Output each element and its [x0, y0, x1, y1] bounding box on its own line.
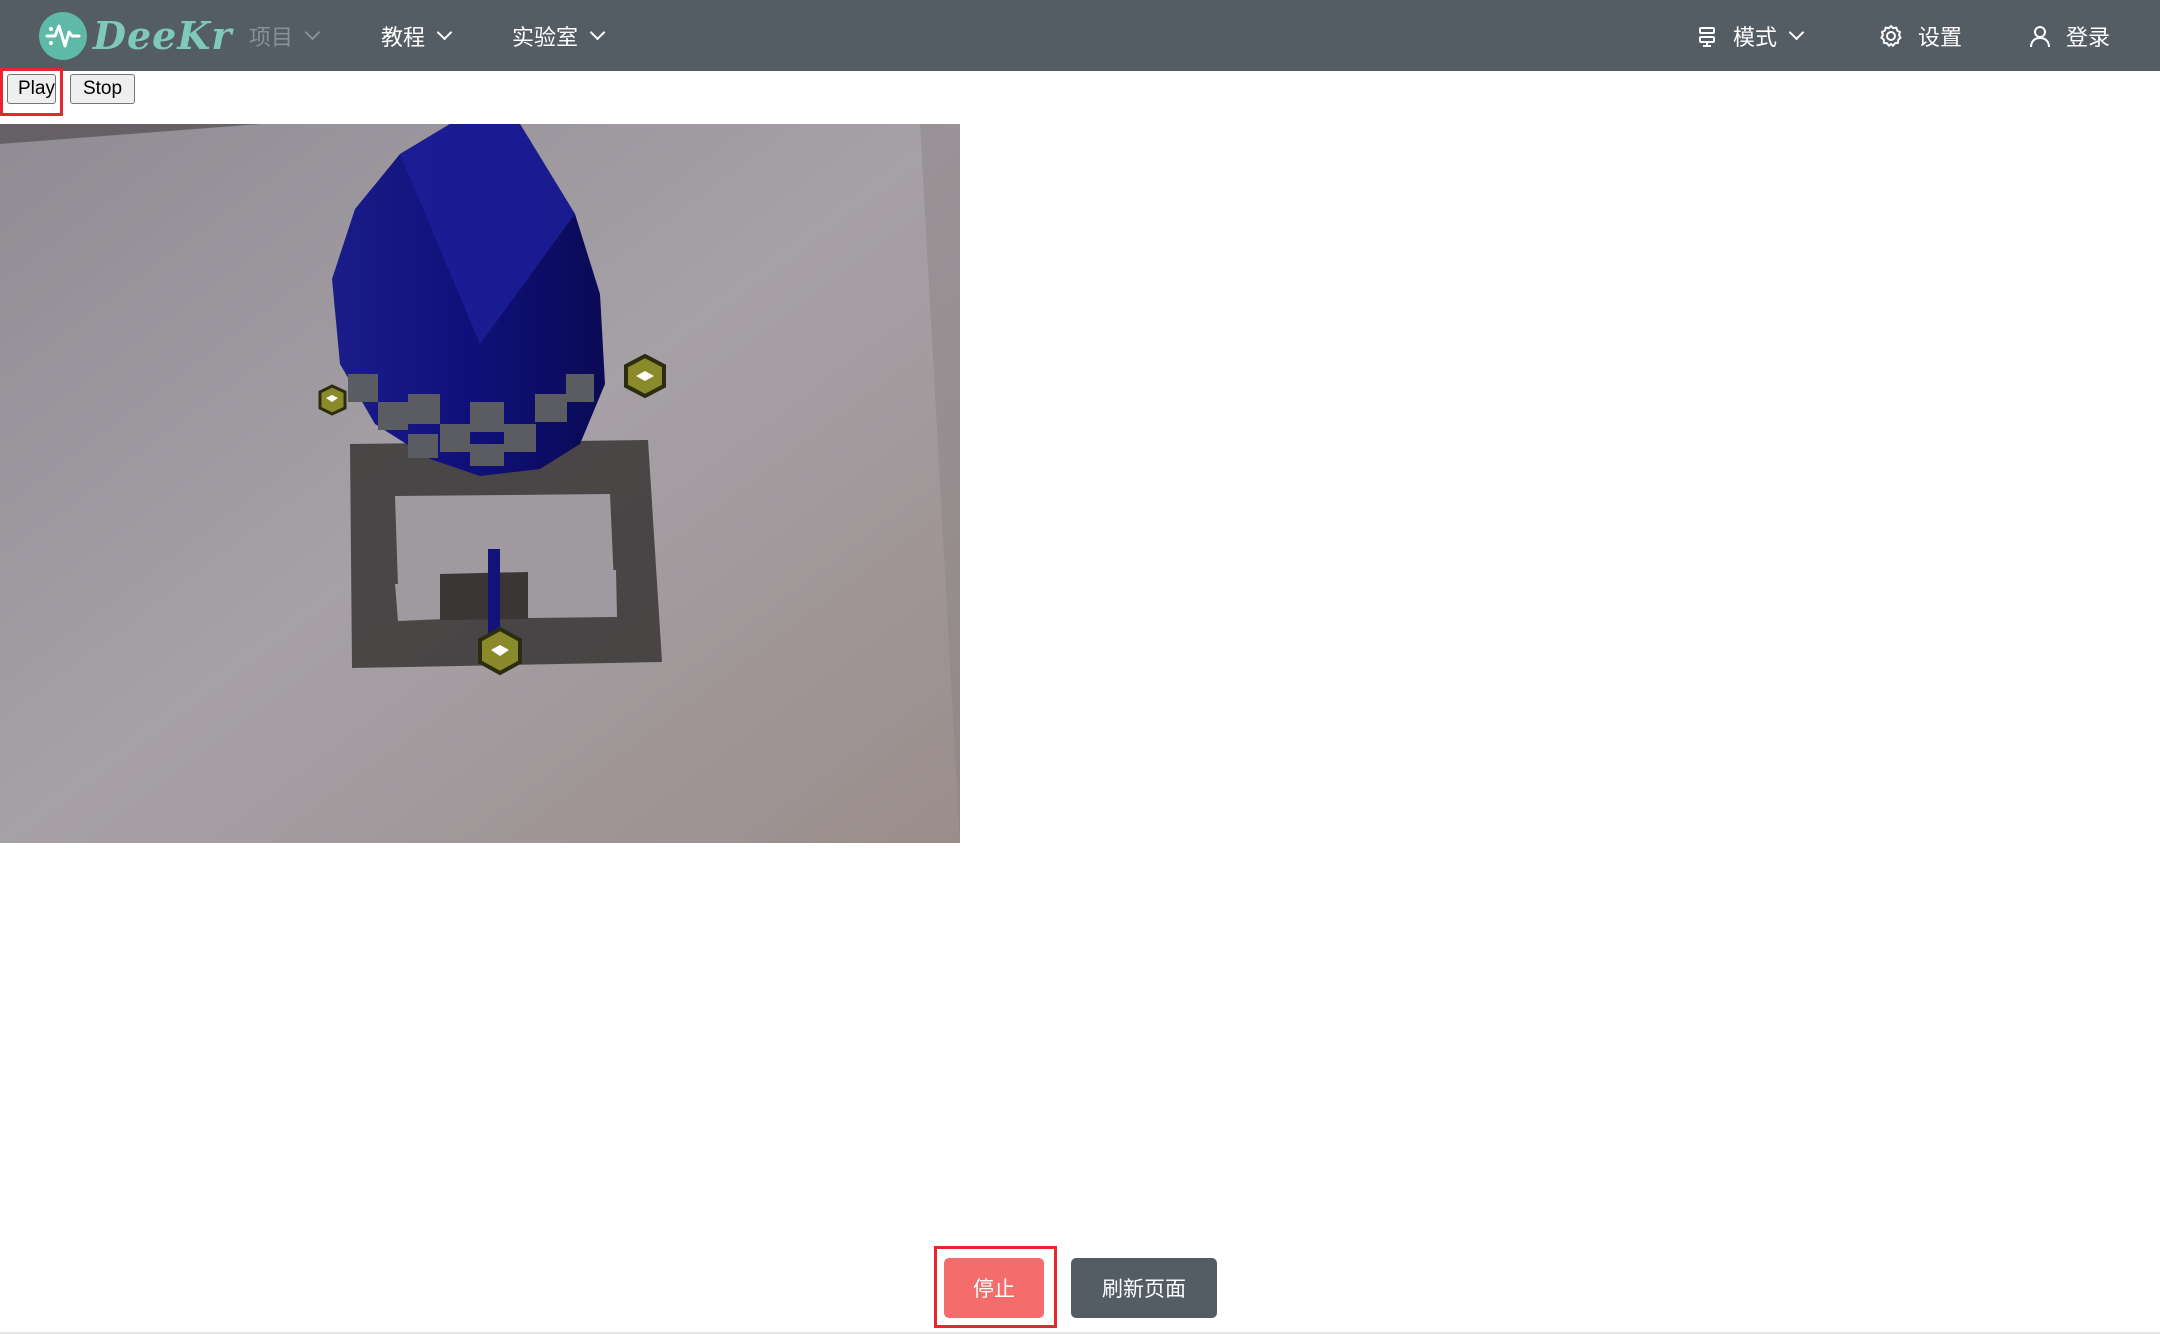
settings-menu[interactable]: 设置 [1878, 0, 1962, 71]
nav-projects-label: 项目 [249, 25, 294, 51]
logo-text: DeeKr [93, 13, 233, 58]
settings-label: 设置 [1918, 25, 1963, 51]
ar-camera-view[interactable] [0, 124, 960, 843]
logo[interactable]: DeeKr [39, 8, 232, 63]
chevron-down-icon [1788, 24, 1805, 41]
mode-icon [1699, 26, 1715, 47]
ar-waypoint-bottom [478, 626, 522, 676]
nav-lab-label: 实验室 [512, 25, 579, 51]
ar-waypoint-right [624, 353, 666, 399]
chevron-down-icon [436, 24, 453, 41]
ar-waypoint-left [318, 384, 347, 416]
nav-lab[interactable]: 实验室 [512, 0, 606, 71]
gear-icon [1880, 24, 1902, 47]
play-button[interactable]: Play [7, 74, 56, 104]
nav-projects[interactable]: 项目 [249, 0, 321, 71]
chevron-down-icon [304, 24, 321, 41]
mode-menu[interactable]: 模式 [1695, 0, 1805, 71]
stop-button[interactable]: Stop [70, 74, 135, 104]
user-icon [2030, 25, 2050, 47]
nav-tutorials[interactable]: 教程 [381, 0, 453, 71]
chevron-down-icon [589, 24, 606, 41]
login-label: 登录 [2066, 25, 2111, 51]
top-navbar: DeeKr 项目 教程 实验室 模式 设置 登录 [0, 0, 2160, 71]
ar-rod [488, 549, 500, 641]
refresh-page-button[interactable]: 刷新页面 [1071, 1258, 1217, 1318]
mode-label: 模式 [1733, 25, 1778, 51]
nav-tutorials-label: 教程 [381, 25, 426, 51]
ar-scene [0, 124, 960, 843]
login-button[interactable]: 登录 [2028, 0, 2110, 71]
logo-icon [39, 11, 87, 60]
stop-run-button[interactable]: 停止 [944, 1258, 1044, 1318]
